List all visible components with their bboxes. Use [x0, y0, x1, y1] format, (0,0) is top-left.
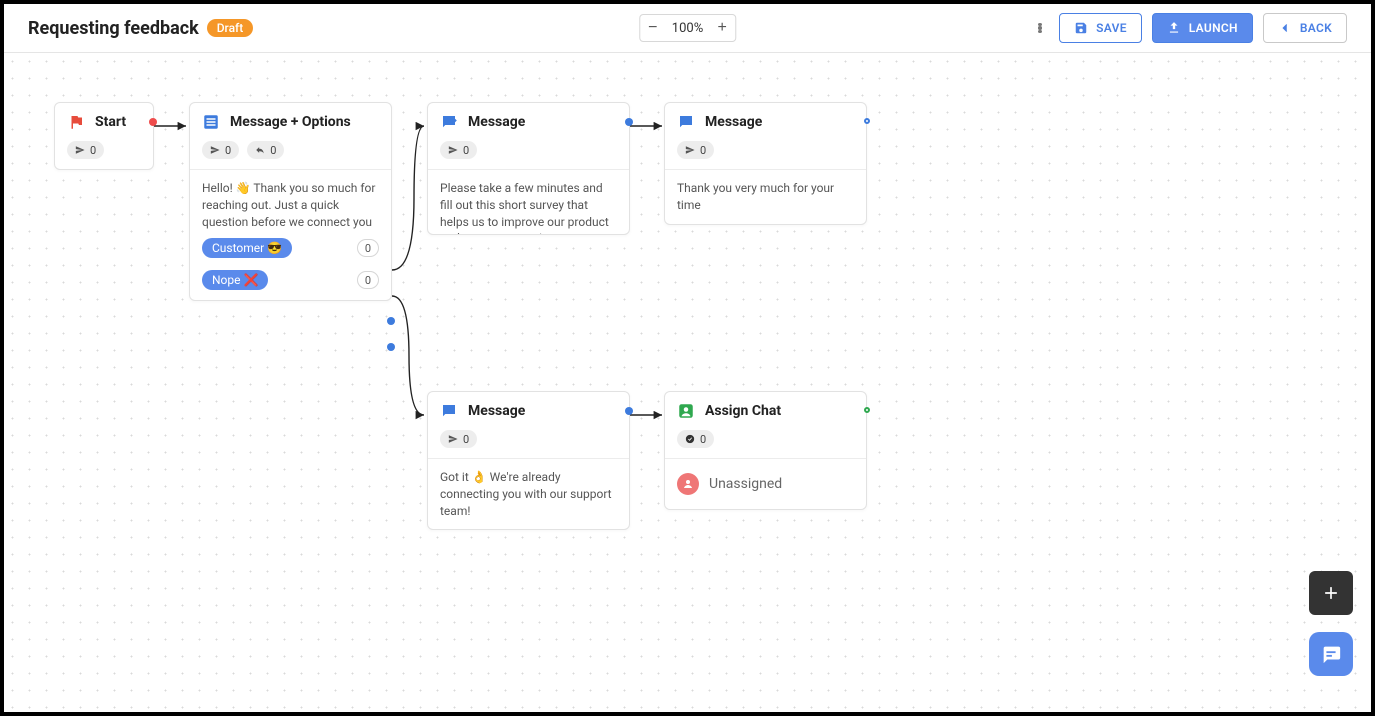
port-option-2[interactable]	[387, 343, 395, 351]
reply-count: 0	[247, 141, 284, 159]
sent-count: 0	[67, 141, 104, 159]
header: Requesting feedback Draft − 100% + SAVE …	[4, 4, 1371, 53]
flag-icon	[67, 113, 85, 131]
port-option-1[interactable]	[387, 317, 395, 325]
message-icon	[440, 402, 458, 420]
chevron-left-icon	[1278, 21, 1292, 35]
zoom-in-button[interactable]: +	[709, 15, 735, 41]
node-title: Assign Chat	[705, 403, 781, 419]
status-badge: Draft	[207, 19, 254, 37]
plus-icon	[1321, 583, 1341, 603]
node-body: Thank you very much for your time	[665, 170, 866, 224]
port-out[interactable]	[864, 407, 870, 413]
node-message-2[interactable]: Message 0 Thank you very much for your t…	[664, 102, 867, 225]
zoom-control: − 100% +	[639, 14, 736, 42]
back-button[interactable]: BACK	[1263, 13, 1347, 43]
more-menu-icon[interactable]	[1031, 19, 1049, 37]
sent-count: 0	[202, 141, 239, 159]
unassigned-avatar-icon	[677, 473, 699, 495]
node-message-options[interactable]: Message + Options 0 0 Hello! 👋 Thank you…	[189, 102, 392, 301]
node-title: Message + Options	[230, 114, 351, 130]
save-button[interactable]: SAVE	[1059, 13, 1142, 43]
node-body: Got it 👌 We're already connecting you wi…	[428, 459, 629, 529]
sent-count: 0	[440, 141, 477, 159]
option-nope[interactable]: Nope ❌	[202, 270, 268, 290]
node-title: Message	[468, 403, 525, 419]
launch-icon	[1167, 21, 1181, 35]
canvas[interactable]: Start 0 Message + Options 0	[4, 53, 1371, 712]
node-body: Hello! 👋 Thank you so much for reaching …	[190, 170, 391, 232]
node-message-3[interactable]: Message 0 Got it 👌 We're already connect…	[427, 391, 630, 530]
port-out[interactable]	[625, 407, 633, 415]
save-icon	[1074, 21, 1088, 35]
message-icon	[677, 113, 695, 131]
node-title: Message	[468, 114, 525, 130]
list-icon	[202, 113, 220, 131]
zoom-label: 100%	[666, 21, 709, 36]
port-out[interactable]	[625, 118, 633, 126]
launch-label: LAUNCH	[1189, 21, 1238, 35]
node-title: Start	[95, 114, 126, 130]
node-message-1[interactable]: Message 0 Please take a few minutes and …	[427, 102, 630, 235]
message-icon	[440, 113, 458, 131]
save-label: SAVE	[1096, 21, 1127, 35]
option-customer-count: 0	[357, 239, 379, 257]
add-node-button[interactable]	[1309, 571, 1353, 615]
port-out[interactable]	[864, 118, 870, 124]
node-body: Please take a few minutes and fill out t…	[428, 170, 629, 234]
zoom-out-button[interactable]: −	[640, 15, 666, 41]
agent-icon	[677, 402, 695, 420]
page-title: Requesting feedback	[28, 18, 199, 39]
assign-status: Unassigned	[709, 476, 782, 492]
sent-count: 0	[677, 141, 714, 159]
option-nope-count: 0	[357, 271, 379, 289]
chat-button[interactable]	[1309, 632, 1353, 676]
node-title: Message	[705, 114, 762, 130]
sent-count: 0	[440, 430, 477, 448]
done-count: 0	[677, 430, 714, 448]
chat-icon	[1320, 643, 1342, 665]
back-label: BACK	[1300, 21, 1332, 35]
option-customer[interactable]: Customer 😎	[202, 238, 292, 258]
node-start[interactable]: Start 0	[54, 102, 154, 170]
port-out[interactable]	[149, 118, 157, 126]
launch-button[interactable]: LAUNCH	[1152, 13, 1253, 43]
node-assign-chat[interactable]: Assign Chat 0 Unassigned	[664, 391, 867, 510]
